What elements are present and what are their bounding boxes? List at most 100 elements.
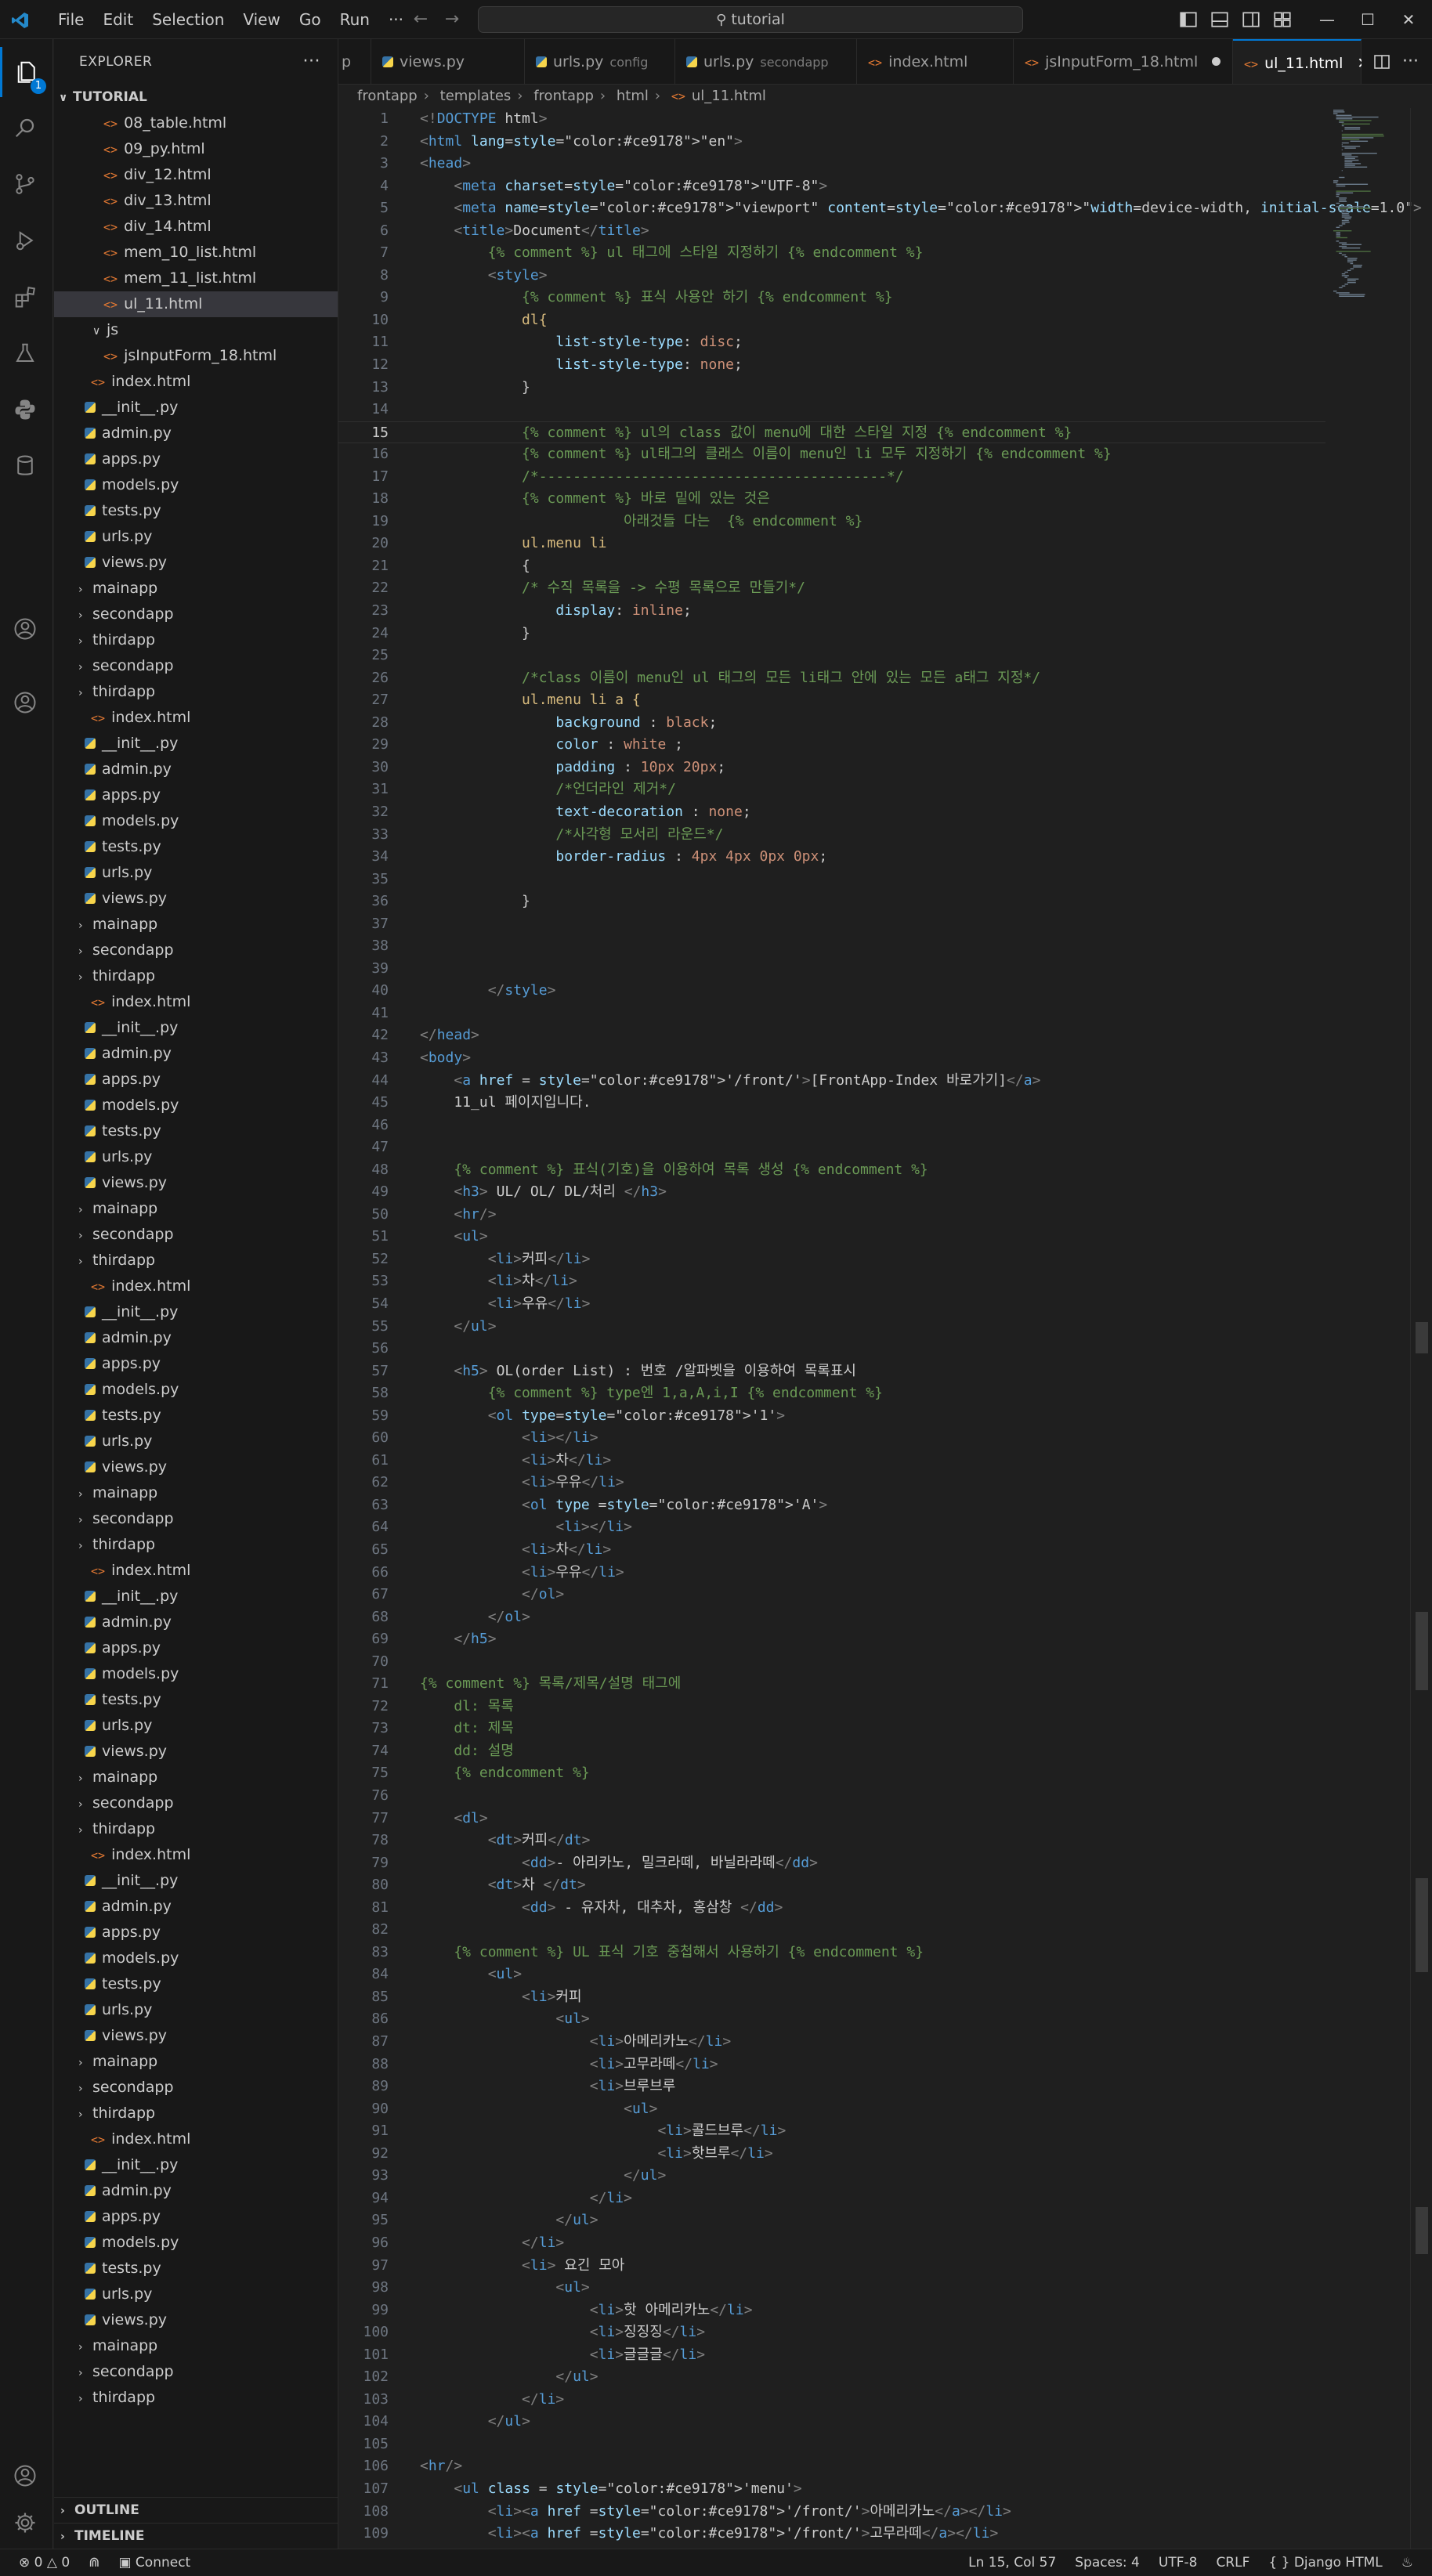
timeline-section[interactable]: › TIMELINE <box>54 2523 338 2549</box>
menu-more[interactable]: ··· <box>379 0 413 39</box>
code-line[interactable]: 46 <box>338 1115 1325 1137</box>
code-line[interactable]: 73 dt: 제목 <box>338 1718 1325 1740</box>
menu-file[interactable]: File <box>49 0 93 39</box>
folder-item[interactable]: › thirdapp <box>54 1532 338 1558</box>
customize-layout-icon[interactable] <box>1272 9 1293 30</box>
file-item[interactable]: <> 08_table.html <box>54 110 338 136</box>
file-item[interactable]: __init__.py <box>54 1299 338 1325</box>
code-line[interactable]: 33 /*사각형 모서리 라운드*/ <box>338 824 1325 847</box>
code-line[interactable]: 22 /* 수직 목록을 -> 수평 목록으로 만들기*/ <box>338 577 1325 600</box>
code-line[interactable]: 58 {% comment %} type엔 1,a,A,i,I {% endc… <box>338 1382 1325 1405</box>
vertical-scrollbar[interactable] <box>1410 108 1432 2549</box>
file-item[interactable]: tests.py <box>54 498 338 524</box>
code-line[interactable]: 47 <box>338 1136 1325 1159</box>
folder-item[interactable]: › thirdapp <box>54 1816 338 1842</box>
code-line[interactable]: 65 <li>차</li> <box>338 1539 1325 1562</box>
folder-item[interactable]: › mainapp <box>54 1480 338 1506</box>
code-line[interactable]: 88 <li>고무라떼</li> <box>338 2054 1325 2076</box>
code-line[interactable]: 56 <box>338 1338 1325 1360</box>
menu-selection[interactable]: Selection <box>143 0 233 39</box>
folder-item[interactable]: › secondapp <box>54 1790 338 1816</box>
code-line[interactable]: 9 {% comment %} 표식 사용안 하기 {% endcomment … <box>338 287 1325 309</box>
tab-index-html[interactable]: <> index.html <box>857 39 1014 84</box>
folder-item[interactable]: › mainapp <box>54 912 338 938</box>
file-item[interactable]: models.py <box>54 1661 338 1687</box>
file-item[interactable]: tests.py <box>54 1403 338 1429</box>
code-line[interactable]: 38 <box>338 935 1325 958</box>
file-item[interactable]: admin.py <box>54 421 338 446</box>
code-line[interactable]: 7 {% comment %} ul 태그에 스타일 지정하기 {% endco… <box>338 242 1325 265</box>
folder-item[interactable]: › secondapp <box>54 2359 338 2385</box>
code-line[interactable]: 60 <li></li> <box>338 1427 1325 1450</box>
maximize-icon[interactable]: ☐ <box>1347 0 1388 39</box>
code-line[interactable]: 31 /*언더라인 제거*/ <box>338 779 1325 801</box>
code-line[interactable]: 69 </h5> <box>338 1628 1325 1651</box>
code-line[interactable]: 67 </ol> <box>338 1584 1325 1606</box>
folder-item[interactable]: › thirdapp <box>54 963 338 989</box>
breadcrumb-item[interactable]: html <box>617 88 649 104</box>
file-item[interactable]: apps.py <box>54 1635 338 1661</box>
file-item[interactable]: views.py <box>54 550 338 576</box>
file-item[interactable]: <> div_13.html <box>54 188 338 214</box>
file-item[interactable]: admin.py <box>54 1610 338 1635</box>
file-item[interactable]: admin.py <box>54 1041 338 1067</box>
folder-item[interactable]: › secondapp <box>54 602 338 627</box>
encoding[interactable]: UTF-8 <box>1149 2549 1207 2576</box>
code-line[interactable]: 98 <ul> <box>338 2277 1325 2300</box>
code-line[interactable]: 43 <body> <box>338 1047 1325 1070</box>
code-line[interactable]: 82 <box>338 1919 1325 1942</box>
code-line[interactable]: 92 <li>핫브루</li> <box>338 2143 1325 2166</box>
folder-item[interactable]: › thirdapp <box>54 627 338 653</box>
folder-item[interactable]: › secondapp <box>54 653 338 679</box>
folder-item[interactable]: ∨ js <box>54 317 338 343</box>
folder-item[interactable]: › thirdapp <box>54 2385 338 2411</box>
code-line[interactable]: 96 </li> <box>338 2232 1325 2255</box>
file-item[interactable]: tests.py <box>54 1971 338 1997</box>
file-item[interactable]: tests.py <box>54 2256 338 2282</box>
file-item[interactable]: __init__.py <box>54 2152 338 2178</box>
folder-item[interactable]: › mainapp <box>54 1196 338 1222</box>
extensions-activity[interactable] <box>0 273 53 323</box>
folder-item[interactable]: › secondapp <box>54 2075 338 2101</box>
minimap[interactable] <box>1332 108 1410 304</box>
file-item[interactable]: apps.py <box>54 782 338 808</box>
folder-item[interactable]: › thirdapp <box>54 2101 338 2126</box>
menu-view[interactable]: View <box>233 0 289 39</box>
file-item[interactable]: tests.py <box>54 834 338 860</box>
code-line[interactable]: 1 <!DOCTYPE html> <box>338 108 1325 131</box>
menu-go[interactable]: Go <box>290 0 331 39</box>
more-actions-icon[interactable]: ··· <box>1402 39 1419 84</box>
folder-item[interactable]: › secondapp <box>54 938 338 963</box>
file-item[interactable]: admin.py <box>54 1325 338 1351</box>
code-line[interactable]: 21 { <box>338 555 1325 578</box>
accounts-activity-bottom[interactable] <box>0 2451 53 2502</box>
file-item[interactable]: admin.py <box>54 2178 338 2204</box>
code-line[interactable]: 75 {% endcomment %} <box>338 1762 1325 1785</box>
testing-activity[interactable] <box>0 329 53 379</box>
code-line[interactable]: 55 </ul> <box>338 1316 1325 1339</box>
code-line[interactable]: 51 <ul> <box>338 1226 1325 1248</box>
code-line[interactable]: 77 <dl> <box>338 1808 1325 1830</box>
file-item[interactable]: <> div_12.html <box>54 162 338 188</box>
code-line[interactable]: 50 <hr/> <box>338 1204 1325 1227</box>
menu-edit[interactable]: Edit <box>93 0 143 39</box>
code-line[interactable]: 49 <h3> UL/ OL/ DL/처리 </h3> <box>338 1181 1325 1204</box>
code-line[interactable]: 62 <li>우유</li> <box>338 1472 1325 1494</box>
command-center-search[interactable]: ⚲ tutorial <box>478 6 1023 33</box>
code-line[interactable]: 13 } <box>338 377 1325 399</box>
file-item[interactable]: __init__.py <box>54 1868 338 1894</box>
file-item[interactable]: apps.py <box>54 2204 338 2230</box>
cursor-position[interactable]: Ln 15, Col 57 <box>959 2549 1065 2576</box>
code-line[interactable]: 10 dl{ <box>338 309 1325 332</box>
file-item[interactable]: views.py <box>54 886 338 912</box>
breadcrumb-item[interactable]: templates <box>440 88 512 104</box>
code-line[interactable]: 101 <li>글글글</li> <box>338 2344 1325 2367</box>
tab-partial[interactable]: p <box>338 39 371 84</box>
python-activity[interactable] <box>0 385 53 435</box>
code-line[interactable]: 19 아래것들 다는 {% endcomment %} <box>338 511 1325 533</box>
code-line[interactable]: 40 </style> <box>338 980 1325 1003</box>
file-item[interactable]: views.py <box>54 1454 338 1480</box>
code-line[interactable]: 90 <ul> <box>338 2098 1325 2121</box>
code-line[interactable]: 78 <dt>커피</dt> <box>338 1830 1325 1852</box>
minimize-icon[interactable]: — <box>1307 0 1347 39</box>
